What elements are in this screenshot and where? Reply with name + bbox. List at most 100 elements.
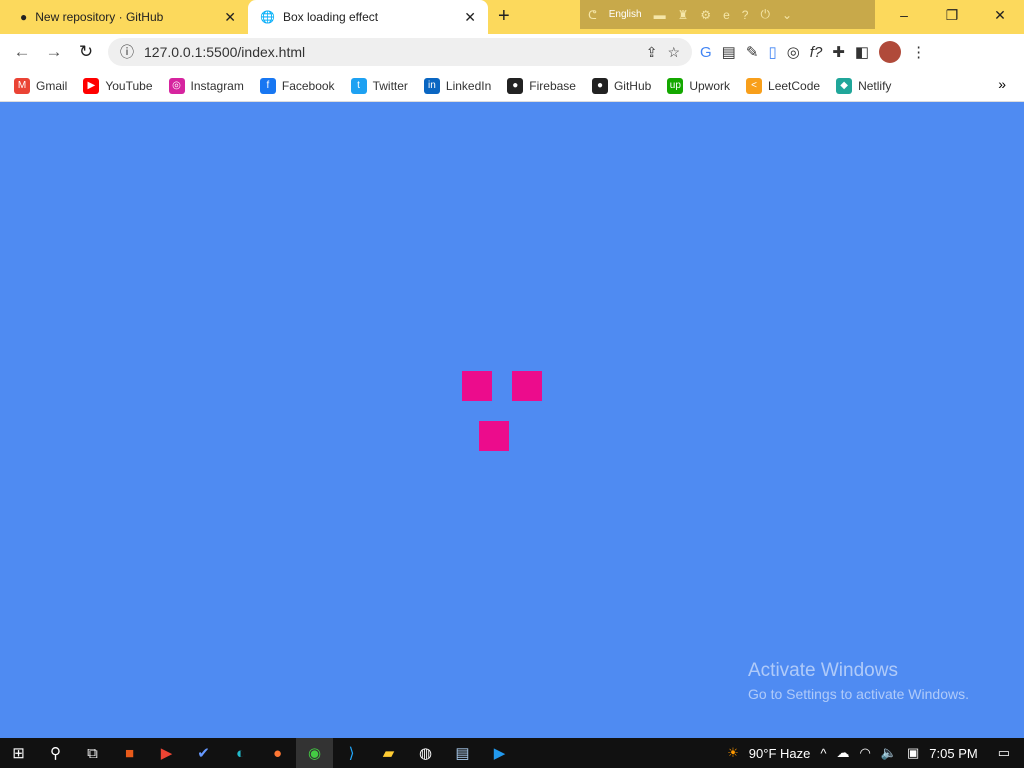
more-bookmarks-icon[interactable]: » bbox=[998, 76, 1006, 92]
bookmark-label: Firebase bbox=[529, 78, 576, 93]
app-icon[interactable]: ■ bbox=[111, 738, 148, 768]
check-app-icon[interactable]: ✔ bbox=[185, 738, 222, 768]
bookmark-instagram[interactable]: ◎ Instagram bbox=[168, 77, 244, 94]
font-extension-icon[interactable]: f? bbox=[810, 44, 823, 61]
bookmark-label: LinkedIn bbox=[445, 78, 492, 93]
ie-icon[interactable]: e bbox=[723, 8, 730, 22]
share-icon[interactable]: ⇪ bbox=[646, 44, 658, 61]
tab-title: Box loading effect bbox=[282, 10, 379, 24]
bookmark-gmail[interactable]: M Gmail bbox=[14, 77, 68, 94]
address-bar[interactable]: ⓘ 127.0.0.1:5500/index.html ⇪ ☆ bbox=[108, 38, 692, 66]
clock[interactable]: 7:05 PM bbox=[929, 746, 977, 761]
tool-icon[interactable]: ♜ bbox=[678, 8, 689, 22]
gear-icon[interactable]: ⚙ bbox=[700, 8, 711, 22]
leetcode-icon: < bbox=[746, 77, 763, 94]
minimize-button[interactable]: – bbox=[880, 0, 928, 30]
tab-strip: ● New repository · GitHub ✕ 🌐 Box loadin… bbox=[0, 0, 1024, 34]
puzzle-icon[interactable]: ✚ bbox=[832, 43, 845, 61]
bookmark-netlify[interactable]: ◆ Netlify bbox=[836, 77, 892, 94]
bookmark-facebook[interactable]: f Facebook bbox=[259, 77, 335, 94]
firebase-icon: ● bbox=[507, 77, 524, 94]
tab-title: New repository · GitHub bbox=[35, 10, 164, 24]
close-tab-icon[interactable]: ✕ bbox=[464, 9, 476, 26]
app-icon[interactable]: ᕦ bbox=[588, 8, 597, 22]
obs-icon[interactable]: ◍ bbox=[407, 738, 444, 768]
device-extension-icon[interactable]: ▯ bbox=[768, 43, 776, 61]
bookmark-label: LeetCode bbox=[768, 78, 821, 93]
help-icon[interactable]: ? bbox=[742, 8, 749, 22]
presentation-app-icon[interactable]: ▶ bbox=[148, 738, 185, 768]
avatar[interactable] bbox=[879, 41, 902, 63]
notifications-icon[interactable]: ▭ bbox=[998, 745, 1010, 761]
power-icon[interactable]: ⏻ bbox=[760, 7, 770, 22]
bookmark-firebase[interactable]: ● Firebase bbox=[507, 77, 576, 94]
forward-button[interactable]: → bbox=[38, 42, 70, 62]
bookmark-label: GitHub bbox=[613, 78, 652, 93]
info-icon[interactable]: ⓘ bbox=[120, 42, 134, 62]
youtube-icon: ▶ bbox=[83, 77, 100, 94]
extension-strip: ᕦ English ▬ ♜ ⚙ e ? ⏻ ⌄ bbox=[580, 0, 875, 29]
vscode-icon[interactable]: ⟩ bbox=[333, 738, 370, 768]
weather-icon[interactable]: ☀ bbox=[727, 745, 739, 761]
bookmark-star-icon[interactable]: ☆ bbox=[667, 44, 680, 61]
color-picker-extension-icon[interactable]: ✎ bbox=[746, 43, 759, 61]
notepad-icon[interactable]: ▤ bbox=[444, 738, 481, 768]
watermark-subtitle: Go to Settings to activate Windows. bbox=[748, 686, 969, 702]
close-window-button[interactable]: ✕ bbox=[976, 0, 1024, 30]
weather-text[interactable]: 90°F Haze bbox=[749, 746, 811, 761]
bookmark-upwork[interactable]: up Upwork bbox=[667, 77, 730, 94]
back-button[interactable]: ← bbox=[6, 42, 38, 62]
activate-windows-watermark: Activate Windows Go to Settings to activ… bbox=[748, 660, 969, 702]
media-app-icon[interactable]: ▶ bbox=[481, 738, 518, 768]
twitter-icon: t bbox=[350, 77, 367, 94]
task-view-icon[interactable]: ⧉ bbox=[74, 738, 111, 768]
new-tab-button[interactable]: + bbox=[498, 5, 510, 28]
extension-icon[interactable]: ◎ bbox=[787, 43, 800, 61]
meet-now-icon[interactable]: ▣ bbox=[907, 745, 919, 761]
close-tab-icon[interactable]: ✕ bbox=[224, 9, 236, 26]
bookmark-label: Gmail bbox=[36, 78, 68, 93]
tab-new-repository[interactable]: ● New repository · GitHub ✕ bbox=[8, 0, 248, 34]
chrome-icon[interactable]: ◉ bbox=[296, 738, 333, 768]
taskbar: ⊞ ⚲ ⧉ ■ ▶ ✔ ◐ ● ◉ ⟩ ▰ ◍ ▤ ▶ ☀ 90°F Haze … bbox=[0, 738, 1024, 768]
chevron-up-icon[interactable]: ^ bbox=[820, 746, 826, 761]
extension-icon[interactable]: ▤ bbox=[722, 43, 736, 61]
tab-box-loading-effect[interactable]: 🌐 Box loading effect ✕ bbox=[248, 0, 488, 34]
url-text[interactable]: 127.0.0.1:5500/index.html bbox=[144, 44, 636, 60]
bookmark-youtube[interactable]: ▶ YouTube bbox=[83, 77, 153, 94]
bookmark-label: Instagram bbox=[190, 78, 244, 93]
search-icon[interactable]: ⚲ bbox=[37, 738, 74, 768]
linkedin-icon: in bbox=[423, 77, 440, 94]
bookmark-github[interactable]: ● GitHub bbox=[591, 77, 652, 94]
loading-box bbox=[512, 371, 542, 401]
restore-button[interactable]: ❐ bbox=[928, 0, 976, 30]
volume-icon[interactable]: 🔈 bbox=[881, 745, 897, 761]
reload-button[interactable]: ↻ bbox=[70, 42, 102, 62]
system-tray: ☀ 90°F Haze ^ ☁ ◠ 🔈 ▣ 7:05 PM ▭ bbox=[727, 738, 1024, 768]
bookmark-label: Netlify bbox=[858, 78, 892, 93]
translate-extension-icon[interactable]: G bbox=[700, 44, 712, 61]
keyboard-icon[interactable]: ▬ bbox=[654, 8, 666, 22]
bookmark-leetcode[interactable]: < LeetCode bbox=[746, 77, 821, 94]
menu-icon[interactable]: ⋮ bbox=[911, 43, 926, 61]
language-selector[interactable]: English bbox=[609, 9, 642, 20]
bookmark-label: YouTube bbox=[105, 78, 153, 93]
edge-icon[interactable]: ◐ bbox=[222, 738, 259, 768]
instagram-icon: ◎ bbox=[168, 77, 185, 94]
gmail-icon: M bbox=[14, 77, 30, 94]
upwork-icon: up bbox=[667, 77, 684, 94]
file-explorer-icon[interactable]: ▰ bbox=[370, 738, 407, 768]
bookmark-linkedin[interactable]: in LinkedIn bbox=[423, 77, 492, 94]
github-icon: ● bbox=[20, 10, 28, 24]
side-panel-icon[interactable]: ◧ bbox=[855, 43, 869, 61]
bookmarks-bar: M Gmail ▶ YouTube ◎ Instagram f Facebook t Twitte… bbox=[0, 70, 1024, 102]
windows-start-icon[interactable]: ⊞ bbox=[0, 738, 37, 768]
firefox-icon[interactable]: ● bbox=[259, 738, 296, 768]
watermark-title: Activate Windows bbox=[748, 660, 898, 681]
bookmark-twitter[interactable]: t Twitter bbox=[350, 77, 408, 94]
browser-toolbar: ← → ↻ ⓘ 127.0.0.1:5500/index.html ⇪ ☆ G … bbox=[0, 34, 1024, 70]
wifi-icon[interactable]: ◠ bbox=[859, 745, 870, 761]
cloud-icon[interactable]: ☁ bbox=[836, 745, 849, 761]
bookmark-label: Facebook bbox=[281, 78, 335, 93]
chevron-down-icon[interactable]: ⌄ bbox=[782, 8, 792, 22]
